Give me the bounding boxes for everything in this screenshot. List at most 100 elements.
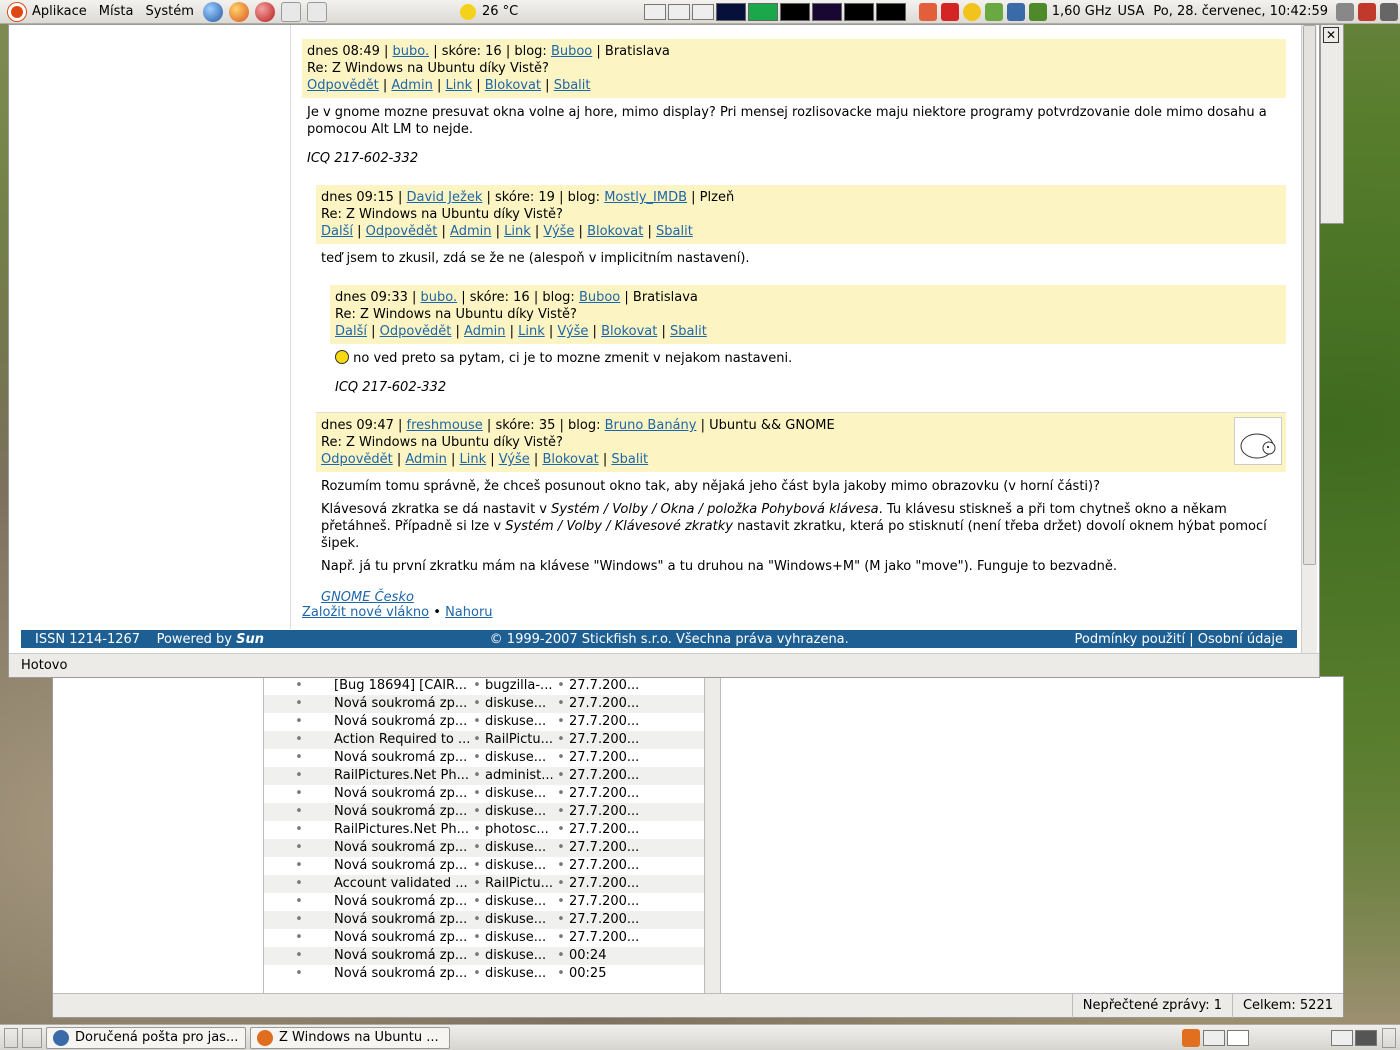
- status-dot-icon[interactable]: •: [264, 677, 334, 695]
- comment-blog-link[interactable]: Buboo: [551, 44, 592, 59]
- message-row[interactable]: • Nová soukromá zp... • diskuse... • 00:25: [264, 965, 704, 983]
- reply-link[interactable]: Odpovědět: [321, 452, 393, 467]
- message-list[interactable]: • [Bug 18694] [CAIR... • bugzilla-... • 27.7.…: [263, 677, 705, 993]
- block-link[interactable]: Blokovat: [485, 78, 541, 93]
- package-icon[interactable]: [1182, 1028, 1200, 1047]
- workspace-2-icon[interactable]: [667, 3, 690, 20]
- close-icon[interactable]: ✕: [1323, 27, 1339, 43]
- workspace-3-icon[interactable]: [691, 3, 714, 20]
- message-list-scrollbar[interactable]: [705, 677, 721, 993]
- block-link[interactable]: Blokovat: [542, 452, 598, 467]
- page-scrollbar[interactable]: [1301, 25, 1317, 653]
- task-mail[interactable]: Doručená pošta pro jas...: [46, 1026, 246, 1049]
- message-row[interactable]: • Nová soukromá zp... • diskuse... • 27.7.200…: [264, 839, 704, 857]
- status-dot-icon[interactable]: •: [264, 929, 334, 947]
- block-link[interactable]: Blokovat: [587, 224, 643, 239]
- message-row[interactable]: • Nová soukromá zp... • diskuse... • 27.7.200…: [264, 911, 704, 929]
- show-desktop-icon[interactable]: [4, 1027, 18, 1048]
- status-dot-icon[interactable]: •: [264, 785, 334, 803]
- keyboard-layout[interactable]: USA: [1114, 4, 1147, 19]
- permalink[interactable]: Link: [504, 224, 531, 239]
- permalink[interactable]: Link: [445, 78, 472, 93]
- parent-link[interactable]: Výše: [543, 224, 574, 239]
- message-row[interactable]: • Nová soukromá zp... • diskuse... • 27.7.200…: [264, 785, 704, 803]
- sun-logo[interactable]: Sun: [236, 632, 264, 647]
- workspace-b-icon[interactable]: [1227, 1029, 1249, 1046]
- admin-link[interactable]: Admin: [450, 224, 491, 239]
- permalink[interactable]: Link: [518, 324, 545, 339]
- reply-link[interactable]: Odpovědět: [380, 324, 452, 339]
- weather-temperature[interactable]: 26 °C: [482, 4, 518, 19]
- admin-link[interactable]: Admin: [405, 452, 446, 467]
- message-row[interactable]: • Nová soukromá zp... • diskuse... • 27.7.200…: [264, 749, 704, 767]
- comment-author-link[interactable]: bubo.: [393, 44, 430, 59]
- message-row[interactable]: • Nová soukromá zp... • diskuse... • 27.7.200…: [264, 857, 704, 875]
- message-row[interactable]: • Nová soukromá zp... • diskuse... • 00:24: [264, 947, 704, 965]
- desktop-icon[interactable]: [22, 1027, 42, 1048]
- scroll-right-icon[interactable]: [1382, 1027, 1396, 1048]
- signature-link[interactable]: GNOME Česko: [321, 590, 414, 605]
- ubuntu-logo-icon[interactable]: [8, 2, 26, 21]
- brightness-icon[interactable]: [962, 2, 981, 21]
- comment-blog-link[interactable]: Bruno Banány: [605, 418, 697, 433]
- mail-launcher-icon[interactable]: [280, 1, 301, 22]
- permalink[interactable]: Link: [459, 452, 486, 467]
- status-dot-icon[interactable]: •: [264, 767, 334, 785]
- status-dot-icon[interactable]: •: [264, 965, 334, 983]
- parent-link[interactable]: Výše: [499, 452, 530, 467]
- admin-link[interactable]: Admin: [464, 324, 505, 339]
- privacy-link[interactable]: Osobní údaje: [1198, 632, 1283, 647]
- message-row[interactable]: • Nová soukromá zp... • diskuse... • 27.7.200…: [264, 893, 704, 911]
- parent-link[interactable]: Výše: [557, 324, 588, 339]
- editor-launcher-icon[interactable]: [306, 1, 327, 22]
- status-dot-icon[interactable]: •: [264, 947, 334, 965]
- next-link[interactable]: Další: [321, 224, 353, 239]
- signal-icon[interactable]: [1006, 2, 1025, 21]
- status-dot-icon[interactable]: •: [264, 749, 334, 767]
- volume-icon[interactable]: [1336, 2, 1354, 21]
- user-switcher-icon[interactable]: [1358, 2, 1376, 21]
- new-thread-link[interactable]: Založit nové vlákno: [302, 605, 429, 620]
- status-dot-icon[interactable]: •: [264, 839, 334, 857]
- cpufreq-icon[interactable]: [1028, 2, 1047, 21]
- collapse-link[interactable]: Sbalit: [611, 452, 648, 467]
- workspace-1-icon[interactable]: [643, 3, 666, 20]
- battery-icon[interactable]: [984, 2, 1003, 21]
- update-icon[interactable]: [940, 2, 959, 21]
- menu-places[interactable]: Místa: [93, 4, 140, 19]
- message-row[interactable]: • Nová soukromá zp... • diskuse... • 27.7.200…: [264, 929, 704, 947]
- menu-system[interactable]: Systém: [139, 4, 199, 19]
- status-dot-icon[interactable]: •: [264, 857, 334, 875]
- firefox-launcher-icon[interactable]: [228, 1, 249, 22]
- comment-author-link[interactable]: freshmouse: [407, 418, 483, 433]
- task-browser[interactable]: Z Windows na Ubuntu ...: [250, 1026, 450, 1049]
- help-launcher-icon[interactable]: [254, 1, 275, 22]
- next-link[interactable]: Další: [335, 324, 367, 339]
- message-row[interactable]: • Action Required to ... • RailPictu... • 27.…: [264, 731, 704, 749]
- message-row[interactable]: • RailPictures.Net Ph... • administ... • 27.7…: [264, 767, 704, 785]
- reply-link[interactable]: Odpovědět: [307, 78, 379, 93]
- block-link[interactable]: Blokovat: [601, 324, 657, 339]
- weather-sun-icon[interactable]: [459, 3, 476, 20]
- message-row[interactable]: • Account validated ... • RailPictu... • 27.7…: [264, 875, 704, 893]
- status-dot-icon[interactable]: •: [264, 875, 334, 893]
- thunderbird-launcher-icon[interactable]: [202, 1, 223, 22]
- comment-author-link[interactable]: David Ježek: [407, 190, 483, 205]
- message-row[interactable]: • [Bug 18694] [CAIR... • bugzilla-... • 27.7.…: [264, 677, 704, 695]
- status-dot-icon[interactable]: •: [264, 911, 334, 929]
- status-dot-icon[interactable]: •: [264, 893, 334, 911]
- status-dot-icon[interactable]: •: [264, 731, 334, 749]
- logout-icon[interactable]: [1380, 2, 1398, 21]
- workspace-a-icon[interactable]: [1203, 1029, 1225, 1046]
- admin-link[interactable]: Admin: [391, 78, 432, 93]
- menu-applications[interactable]: Aplikace: [26, 4, 93, 19]
- clock[interactable]: Po, 28. červenec, 10:42:59: [1147, 4, 1334, 19]
- status-dot-icon[interactable]: •: [264, 821, 334, 839]
- window-2-icon[interactable]: [1355, 1029, 1377, 1046]
- scroll-thumb[interactable]: [1303, 25, 1316, 565]
- comment-blog-link[interactable]: Buboo: [579, 290, 620, 305]
- window-1-icon[interactable]: [1331, 1029, 1353, 1046]
- notification-icon[interactable]: [918, 2, 937, 21]
- status-dot-icon[interactable]: •: [264, 803, 334, 821]
- comment-author-link[interactable]: bubo.: [421, 290, 458, 305]
